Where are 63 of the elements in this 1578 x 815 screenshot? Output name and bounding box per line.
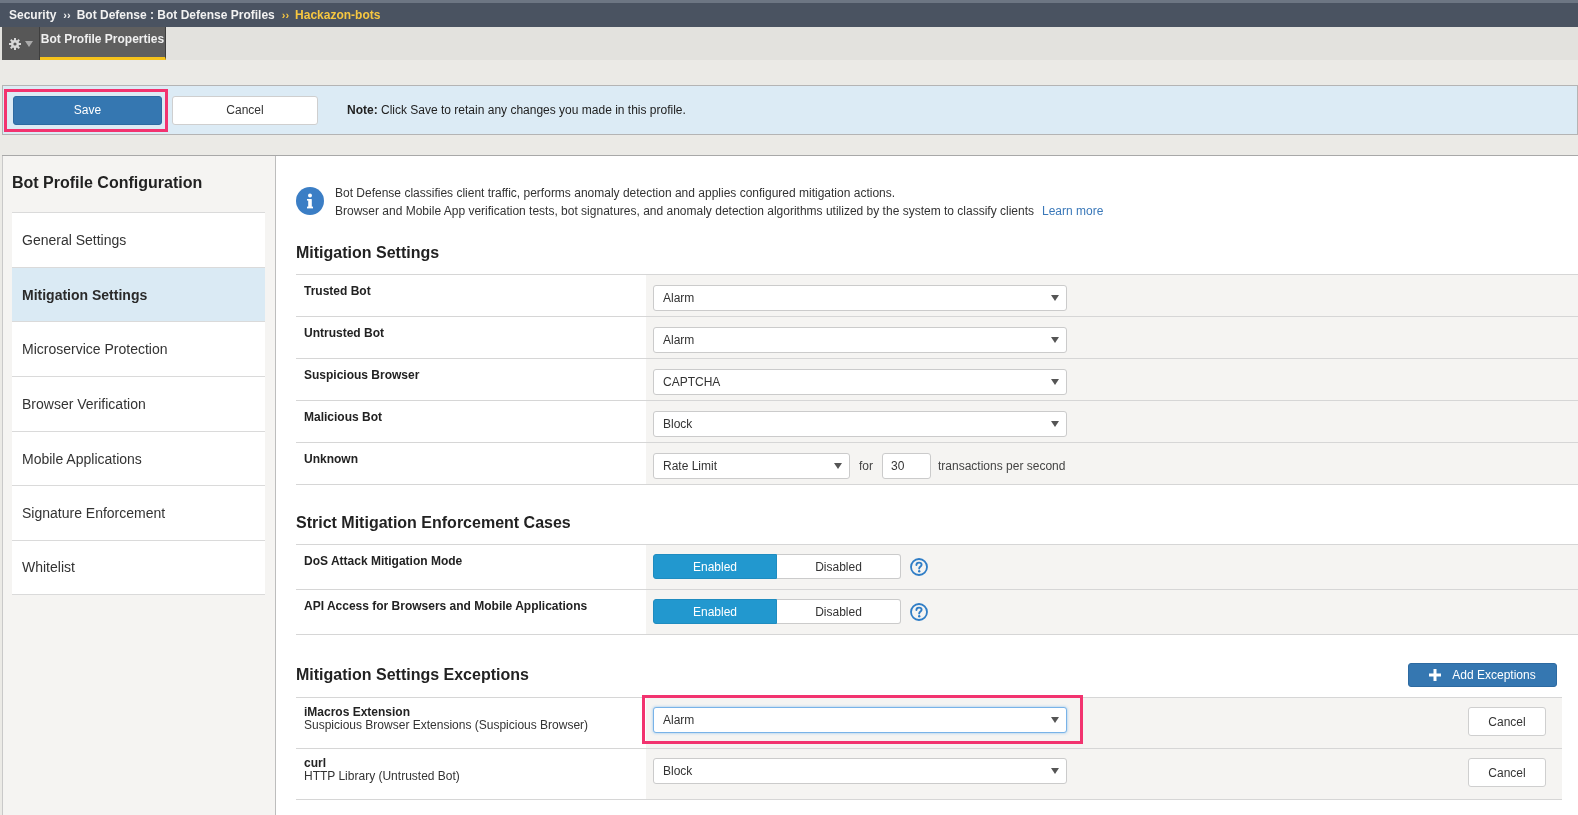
dropdown-select[interactable]: Alarm [653,707,1067,733]
breadcrumb-current: Hackazon-bots [295,8,381,22]
cancel-button[interactable]: Cancel [172,95,318,125]
help-icon [910,557,928,576]
sidebar-item[interactable]: General Settings [12,212,265,267]
caret-icon [1051,379,1059,385]
dropdown-select[interactable]: Alarm [653,285,1067,311]
gear-icon [8,37,21,50]
caret-icon [1051,768,1059,774]
info-text: Bot Defense classifies client traffic, performs anomaly detection and applies configured mitigation actions. [335,185,897,202]
dropdown-select[interactable]: Alarm [653,327,1067,353]
caret-icon [1051,295,1059,301]
setting-label: Untrusted Bot [303,325,385,342]
info-icon [296,187,324,215]
tab[interactable]: Bot Profile Properties [40,27,166,60]
toggle-option[interactable]: Disabled [777,554,901,579]
cancel-button[interactable]: Cancel [1468,758,1546,787]
learn-more-link[interactable]: Learn more [1042,204,1104,218]
exception-name: iMacros Extension [304,706,412,719]
for-label: for [859,459,873,473]
dropdown-select[interactable]: Rate Limit [653,453,850,479]
note-text: Note: Click Save to retain any changes you made in this profile. [347,103,686,117]
exception-detail: HTTP Library (Untrusted Bot) [304,770,461,783]
exception-name: curl [304,757,327,770]
sidebar-title: Bot Profile Configuration [11,173,204,193]
caret-icon [1051,717,1059,723]
setting-label: Suspicious Browser [303,367,421,384]
exception-detail: Suspicious Browser Extensions (Suspicious Browser) [304,719,590,732]
setting-label: Trusted Bot [303,283,372,300]
breadcrumb-link[interactable]: Bot Defense : Bot Defense Profiles [76,8,275,22]
setting-label: DoS Attack Mitigation Mode [303,553,464,570]
sidebar-item[interactable]: Mitigation Settings [12,266,265,322]
dropdown-select[interactable]: Block [653,411,1067,437]
rate-input[interactable]: 30 [882,453,931,479]
toggle-option[interactable]: Disabled [777,599,901,624]
setting-label: Malicious Bot [303,409,383,426]
caret-icon [1051,421,1059,427]
caret-icon [1051,337,1059,343]
caret-icon [834,463,842,469]
save-button[interactable]: Save [13,95,162,125]
sidebar-item[interactable]: Mobile Applications [12,430,265,486]
dropdown-select[interactable]: Block [653,758,1067,784]
breadcrumb-separator: ›› [63,9,71,21]
section-heading: Mitigation Settings Exceptions [296,665,529,685]
setting-label: Unknown [303,451,359,468]
sidebar-item[interactable]: Signature Enforcement [12,485,265,541]
breadcrumb-link[interactable]: Security [9,8,57,22]
sidebar-item[interactable]: Whitelist [12,540,265,595]
unit-label: transactions per second [938,459,1066,473]
info-text: Browser and Mobile App verification tests, bot signatures, and anomaly detection algorithms utilized by the system to classify clients Learn more [335,203,1104,220]
dropdown-select[interactable]: CAPTCHA [653,369,1067,395]
sidebar-item[interactable]: Browser Verification [12,376,265,431]
cancel-button[interactable]: Cancel [1468,707,1546,736]
section-heading: Mitigation Settings [296,243,441,263]
sidebar-item[interactable]: Microservice Protection [12,321,265,377]
caret-icon [24,40,33,47]
section-heading: Strict Mitigation Enforcement Cases [296,513,572,533]
settings-menu-button[interactable] [2,27,40,60]
setting-label: API Access for Browsers and Mobile Applications [303,598,589,615]
plus-icon [1429,669,1442,681]
breadcrumb-separator: ›› [281,9,290,21]
add-exceptions-button[interactable]: Add Exceptions [1408,663,1557,687]
help-icon [910,602,928,621]
